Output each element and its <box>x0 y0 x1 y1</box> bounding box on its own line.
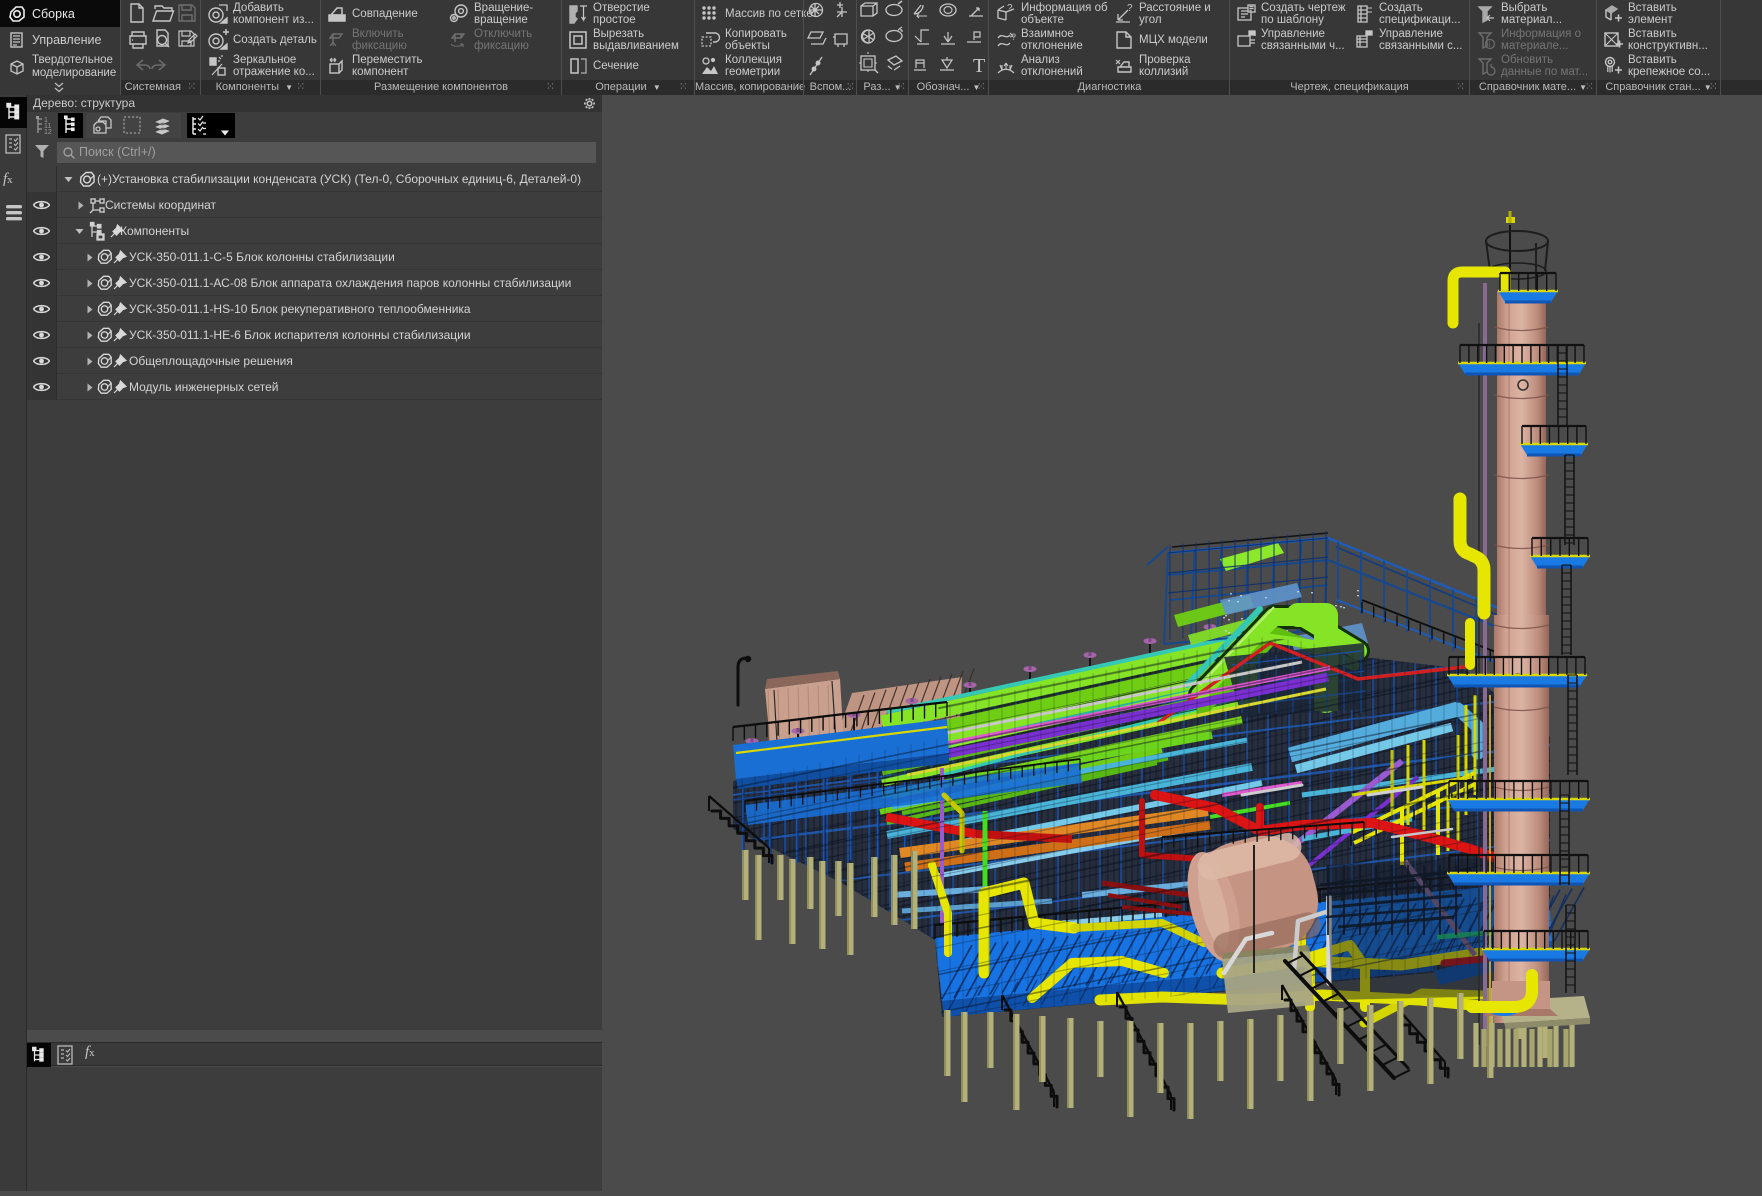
svg-text:T: T <box>973 55 985 77</box>
svg-text:12: 12 <box>44 129 52 136</box>
svg-text:i: i <box>1489 40 1491 49</box>
svg-text:?: ? <box>1127 3 1133 14</box>
svg-text:?: ? <box>1007 3 1013 14</box>
svg-text:?: ? <box>1011 32 1016 42</box>
